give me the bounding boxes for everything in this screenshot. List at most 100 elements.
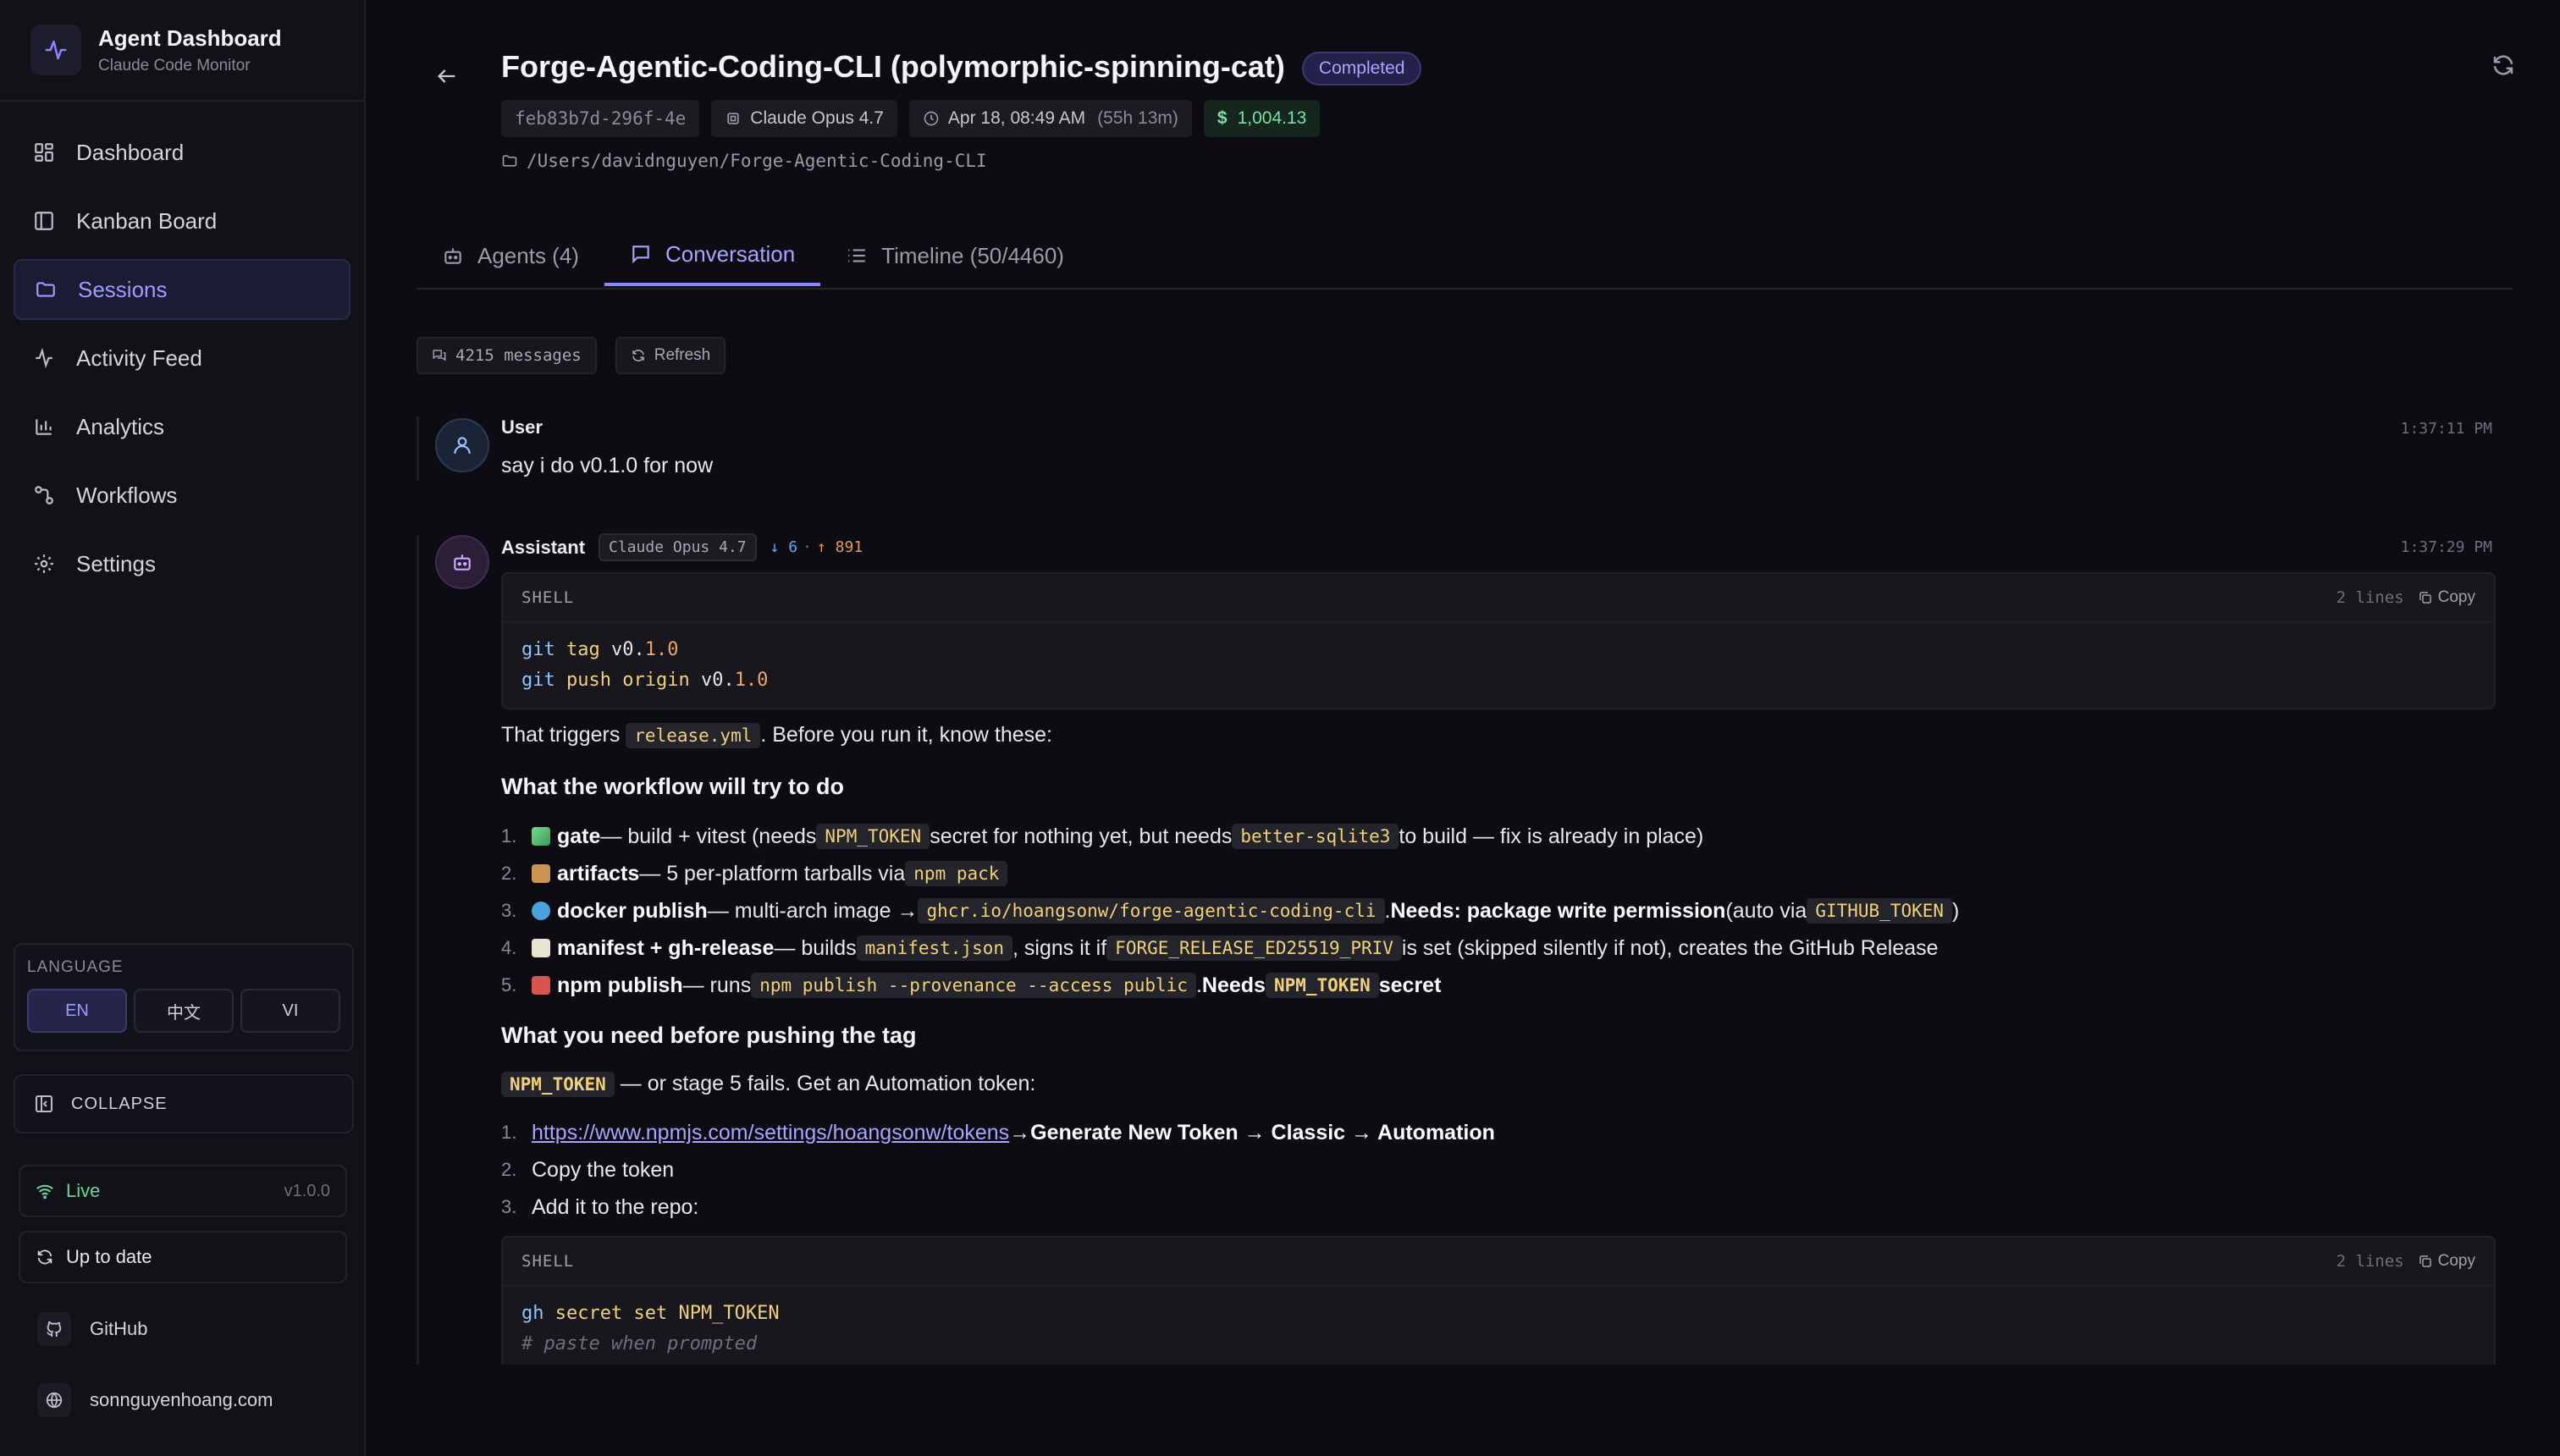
cpu-icon: [725, 110, 742, 127]
refresh-icon: [2491, 52, 2524, 78]
sidebar-item-label: Analytics: [76, 413, 165, 439]
copy-button[interactable]: Copy: [2418, 588, 2475, 607]
sidebar-item-label: Sessions: [78, 276, 168, 302]
session-id-chip[interactable]: feb83b7d-296f-4e: [501, 100, 700, 137]
memo-icon: [532, 939, 550, 957]
list-item: 1. gate — build + vitest (needs NPM_TOKE…: [501, 824, 1704, 849]
messages-icon: [432, 348, 447, 363]
gear-icon: [32, 552, 56, 576]
tab-label: Timeline (50/4460): [881, 242, 1064, 268]
refresh-button[interactable]: Refresh: [615, 337, 726, 374]
app-version: v1.0.0: [284, 1181, 330, 1200]
sidebar-item-label: Activity Feed: [76, 345, 202, 371]
code-content: gh secret set NPM_TOKEN # paste when pro…: [503, 1287, 2494, 1371]
sidebar-item-activity-feed[interactable]: Activity Feed: [14, 328, 350, 389]
section-heading: What you need before pushing the tag: [501, 1023, 917, 1048]
user-icon: [451, 434, 473, 456]
package-icon: [532, 864, 550, 883]
tokens-separator: ·: [803, 538, 812, 556]
list-item: 4. manifest + gh-release — builds manife…: [501, 935, 1939, 961]
model-name: Claude Opus 4.7: [750, 108, 884, 128]
wifi-icon: [36, 1182, 54, 1200]
inline-code: FORGE_RELEASE_ED25519_PRIV: [1106, 935, 1402, 961]
language-option-zh[interactable]: 中文: [134, 989, 234, 1033]
cost-chip: $ 1,004.13: [1203, 100, 1321, 137]
project-path: /Users/davidnguyen/Forge-Agentic-Coding-…: [501, 151, 987, 171]
inline-code: NPM_TOKEN: [1265, 973, 1379, 998]
user-avatar: [435, 418, 489, 472]
code-block: SHELL 2 lines Copy git tag v0.1.0 git pu…: [501, 572, 2496, 709]
language-label: LANGUAGE: [27, 958, 124, 976]
live-label: Live: [66, 1180, 101, 1201]
sidebar-item-sessions[interactable]: Sessions: [14, 259, 350, 320]
list-item: 5. npm publish — runs npm publish --prov…: [501, 973, 1442, 998]
sidebar-item-dashboard[interactable]: Dashboard: [14, 122, 350, 183]
message-timestamp: 1:37:11 PM: [2400, 420, 2492, 438]
whale-icon: [532, 902, 550, 920]
message-timestamp: 1:37:29 PM: [2400, 538, 2492, 556]
sidebar-collapse-icon: [34, 1094, 54, 1114]
arrow-left-icon: [435, 64, 459, 88]
sidebar-item-label: Dashboard: [76, 139, 185, 165]
message-thread-line: [417, 416, 419, 481]
clock-icon: [923, 110, 940, 127]
live-status: Live v1.0.0: [19, 1165, 347, 1217]
time-chip: Apr 18, 08:49 AM (55h 13m): [908, 100, 1192, 137]
cost-value: 1,004.13: [1237, 108, 1307, 128]
inline-code: release.yml: [626, 723, 761, 748]
section-heading: What the workflow will try to do: [501, 774, 844, 799]
code-line: git push origin v0.1.0: [521, 670, 769, 691]
list-item: 3. docker publish — multi-arch image → g…: [501, 898, 1960, 924]
sidebar-item-analytics[interactable]: Analytics: [14, 396, 350, 457]
token-steps-list: 1. https://www.npmjs.com/settings/hoangs…: [501, 1114, 1495, 1226]
workflow-icon: [32, 483, 56, 507]
code-line: git tag v0.1.0: [521, 639, 679, 660]
tokens-in: ↓ 6: [770, 538, 798, 556]
npm-tokens-link[interactable]: https://www.npmjs.com/settings/hoangsonw…: [532, 1121, 1009, 1145]
brand[interactable]: Agent Dashboard Claude Code Monitor: [0, 0, 364, 102]
message-square-icon: [630, 243, 652, 265]
paragraph: NPM_TOKEN — or stage 5 fails. Get an Aut…: [501, 1072, 1035, 1097]
paragraph: That triggers release.yml. Before you ru…: [501, 723, 1052, 748]
refresh-session-button[interactable]: [2491, 52, 2524, 86]
tab-timeline[interactable]: Timeline (50/4460): [820, 225, 1090, 286]
inline-code: NPM_TOKEN: [816, 824, 930, 849]
collapse-label: COLLAPSE: [71, 1094, 168, 1113]
code-line-count: 2 lines: [2336, 588, 2404, 607]
copy-icon: [2418, 590, 2433, 605]
sidebar-item-kanban-board[interactable]: Kanban Board: [14, 190, 350, 251]
brand-subtitle: Claude Code Monitor: [98, 56, 251, 74]
tab-agents[interactable]: Agents (4): [417, 225, 604, 286]
message-author: User: [501, 416, 543, 438]
collapse-sidebar-button[interactable]: COLLAPSE: [14, 1074, 354, 1133]
folder-icon: [501, 152, 518, 169]
globe-icon: [37, 1383, 71, 1417]
github-link[interactable]: GitHub: [37, 1312, 147, 1346]
language-option-vi[interactable]: VI: [240, 989, 340, 1033]
sidebar-nav: Dashboard Kanban Board Sessions Activity…: [0, 102, 364, 622]
bot-icon: [442, 245, 464, 267]
tab-label: Conversation: [665, 240, 796, 267]
copy-icon: [2418, 1254, 2433, 1269]
page-title: Forge-Agentic-Coding-CLI (polymorphic-sp…: [501, 49, 1422, 86]
language-switcher: LANGUAGE EN 中文 VI: [14, 943, 354, 1051]
back-button[interactable]: [430, 59, 464, 93]
update-status-button[interactable]: Up to date: [19, 1231, 347, 1283]
message-count-label: 4215 messages: [455, 346, 582, 365]
sidebar-item-label: Workflows: [76, 482, 178, 508]
session-detail: Forge-Agentic-Coding-CLI (polymorphic-sp…: [366, 0, 2560, 1456]
conversation-toolbar: 4215 messages Refresh: [417, 337, 726, 374]
website-link[interactable]: sonnguyenhoang.com: [37, 1383, 273, 1417]
language-option-en[interactable]: EN: [27, 989, 127, 1033]
grid-icon: [32, 141, 56, 164]
sidebar-item-workflows[interactable]: Workflows: [14, 465, 350, 526]
code-content: git tag v0.1.0 git push origin v0.1.0: [503, 623, 2494, 708]
copy-button[interactable]: Copy: [2418, 1252, 2475, 1271]
workflow-steps-list: 1. gate — build + vitest (needs NPM_TOKE…: [501, 818, 1959, 1004]
tab-conversation[interactable]: Conversation: [604, 225, 821, 286]
sidebar-item-settings[interactable]: Settings: [14, 533, 350, 594]
dollar-icon: $: [1217, 108, 1228, 128]
github-label: GitHub: [90, 1318, 148, 1339]
sidebar-item-label: Settings: [76, 550, 156, 576]
tokens-out: ↑ 891: [816, 538, 863, 556]
